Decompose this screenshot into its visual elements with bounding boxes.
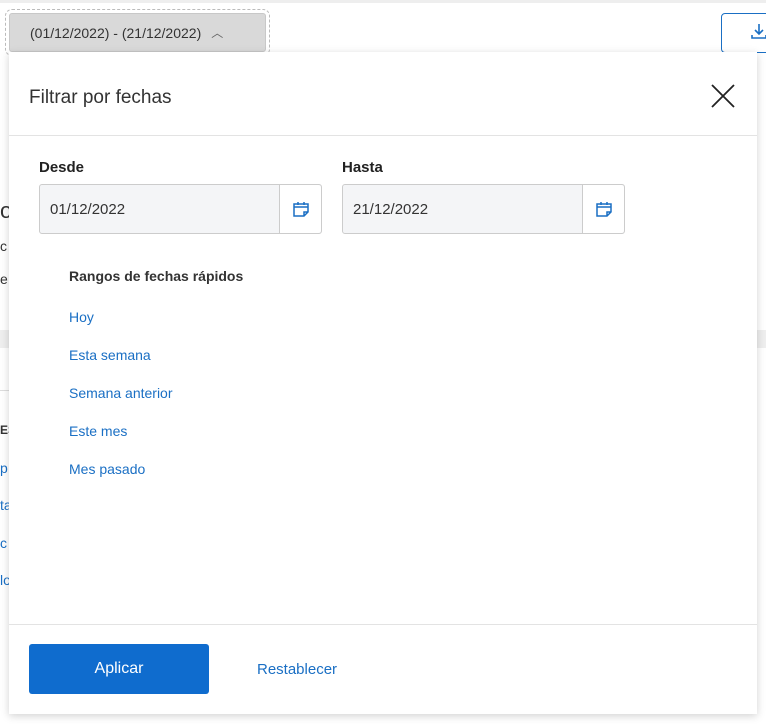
from-calendar-button[interactable] (279, 185, 321, 233)
download-button[interactable] (721, 13, 766, 53)
divider (9, 624, 757, 625)
calendar-icon (595, 202, 612, 217)
apply-button[interactable]: Aplicar (29, 644, 209, 694)
quick-range-this-week[interactable]: Esta semana (69, 347, 151, 363)
dialog-title: Filtrar por fechas (29, 87, 172, 108)
date-range-label: (01/12/2022) - (21/12/2022) (30, 24, 202, 41)
quick-range-last-month[interactable]: Mes pasado (69, 461, 145, 477)
chevron-up-icon: ︿ (211, 26, 224, 40)
divider (9, 135, 757, 136)
date-range-toggle[interactable]: (01/12/2022) - (21/12/2022) ︿ (5, 9, 270, 56)
background-link[interactable]: c (0, 535, 7, 551)
to-calendar-button[interactable] (582, 185, 624, 233)
to-label: Hasta (342, 159, 383, 176)
quick-range-this-month[interactable]: Este mes (69, 423, 127, 439)
top-bar (0, 0, 766, 3)
from-label: Desde (39, 159, 85, 176)
calendar-icon (292, 202, 309, 217)
reset-button[interactable]: Restablecer (257, 661, 337, 678)
date-filter-dialog: Filtrar por fechas Desde 01/12/2022 Hast… (9, 52, 757, 714)
from-date-input[interactable]: 01/12/2022 (40, 185, 279, 233)
quick-ranges-title: Rangos de fechas rápidos (69, 268, 244, 284)
background-text: c (0, 238, 7, 254)
to-date-field[interactable]: 21/12/2022 (342, 184, 625, 234)
from-date-field[interactable]: 01/12/2022 (39, 184, 322, 234)
background-link[interactable]: p (0, 460, 8, 476)
quick-range-last-week[interactable]: Semana anterior (69, 385, 173, 401)
background-text: e (0, 271, 8, 287)
quick-range-today[interactable]: Hoy (69, 309, 94, 325)
to-date-input[interactable]: 21/12/2022 (343, 185, 582, 233)
download-icon (751, 24, 766, 39)
close-icon[interactable] (709, 82, 737, 110)
